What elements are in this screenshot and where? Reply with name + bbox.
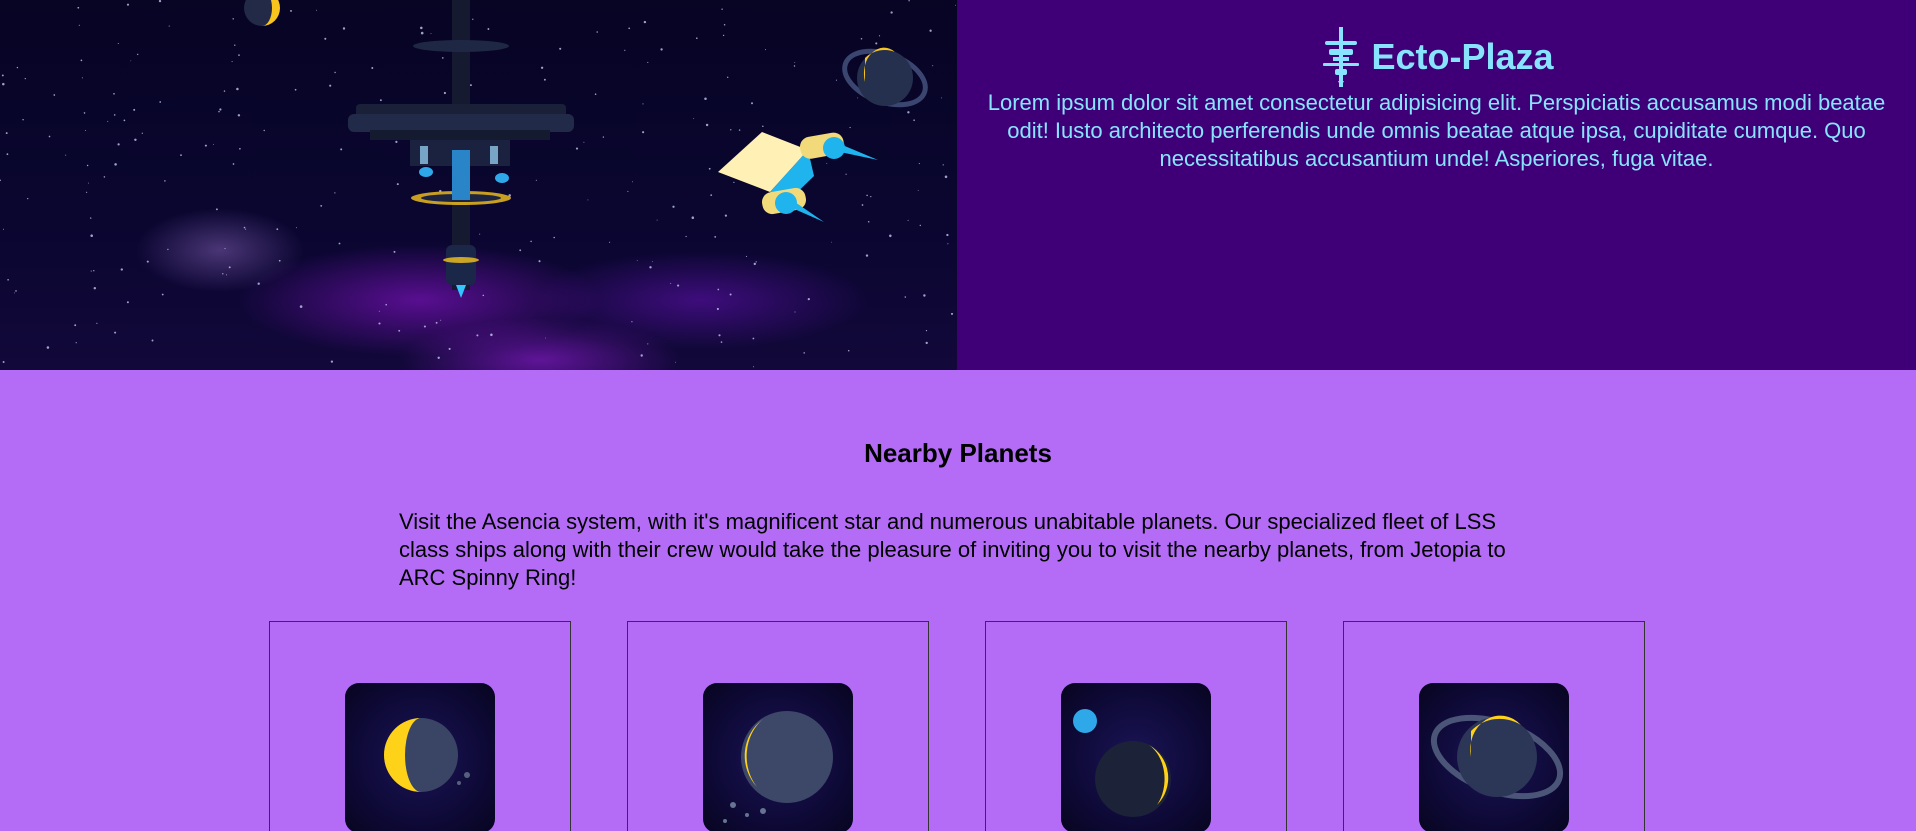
section-title: Nearby Planets — [864, 438, 1052, 468]
planet-card[interactable] — [269, 621, 571, 831]
section-description: Visit the Asencia system, with it's magn… — [399, 509, 1506, 590]
space-scene — [0, 0, 957, 368]
planet-with-moon-image — [1061, 683, 1211, 831]
brand[interactable]: Ecto-Plaza — [957, 27, 1916, 87]
hero-banner: Ecto-Plaza Lorem ipsum dolor sit amet co… — [0, 0, 1916, 370]
ringed-planet-image — [1419, 683, 1569, 831]
hero-info-panel: Ecto-Plaza Lorem ipsum dolor sit amet co… — [957, 0, 1916, 370]
planet-image — [345, 683, 495, 831]
hero-intro-text: Lorem ipsum dolor sit amet consectetur a… — [987, 90, 1886, 171]
planet-card[interactable] — [985, 621, 1287, 831]
nearby-planets-section: Nearby Planets Visit the Asencia system,… — [0, 370, 1916, 831]
planet-card[interactable] — [627, 621, 929, 831]
planet-cards — [0, 621, 1916, 831]
hero-space-scene-image — [0, 0, 957, 370]
brand-title: Ecto-Plaza — [1371, 36, 1554, 77]
planet-image — [703, 683, 853, 831]
space-station-icon — [1323, 27, 1360, 87]
planet-card[interactable] — [1343, 621, 1645, 831]
